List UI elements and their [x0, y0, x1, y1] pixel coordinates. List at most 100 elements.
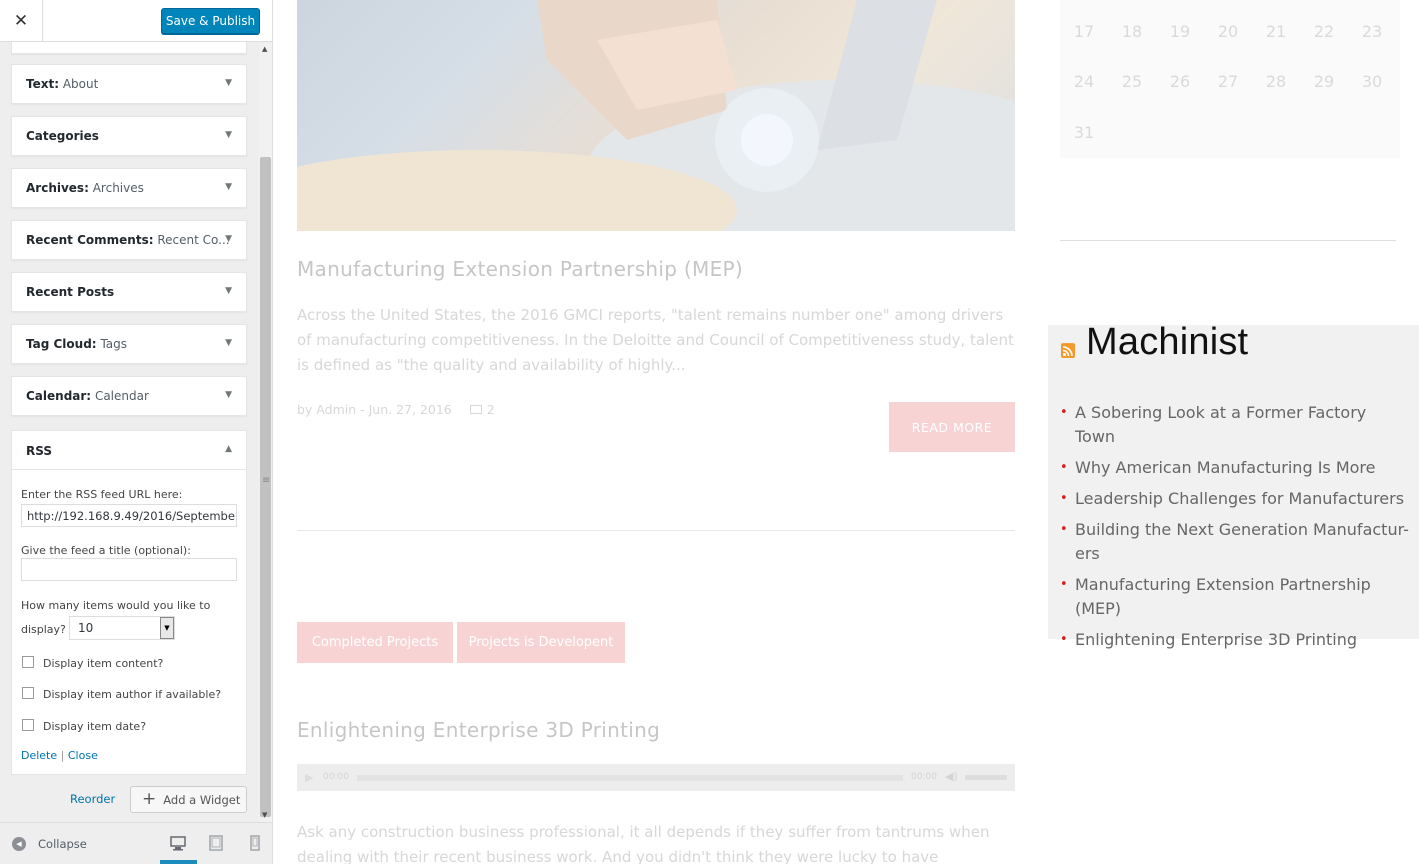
calendar-day: 20: [1217, 22, 1239, 41]
widget-subtitle: Tags: [100, 337, 128, 351]
play-icon[interactable]: ▶: [305, 771, 313, 784]
collapse-icon: ◀: [12, 837, 26, 851]
customizer-header: ✕ Save & Publish: [0, 0, 272, 42]
audio-progress-bar[interactable]: [357, 775, 903, 781]
widget-recent-comments[interactable]: Recent Comments: Recent Co... ▼: [11, 220, 247, 260]
items-count-label-2: display?: [21, 623, 66, 636]
rss-item-link[interactable]: Leadership Challenges for Manufacturers: [1060, 487, 1410, 511]
widget-previous-stub: [11, 42, 247, 54]
volume-icon[interactable]: ◀): [945, 770, 958, 783]
widget-title: Tag Cloud:: [26, 337, 97, 351]
post-divider: [297, 530, 1015, 531]
feed-title-input[interactable]: [21, 558, 237, 581]
scroll-down-icon[interactable]: ▼: [262, 811, 267, 819]
widget-recent-posts[interactable]: Recent Posts ▼: [11, 272, 247, 312]
expand-arrow-icon[interactable]: ▼: [225, 130, 232, 140]
calendar-day: 25: [1121, 72, 1143, 91]
add-widget-button[interactable]: + Add a Widget: [130, 786, 247, 813]
active-device-indicator: [160, 860, 197, 864]
checkbox-label: Display item content?: [43, 657, 164, 670]
customizer-footer: ◀ Collapse: [0, 822, 272, 864]
widget-subtitle: Archives: [92, 181, 144, 195]
display-date-option[interactable]: Display item date?: [22, 719, 242, 735]
widget-archives[interactable]: Archives: Archives ▼: [11, 168, 247, 208]
volume-slider[interactable]: [965, 775, 1007, 780]
calendar-day: 21: [1265, 22, 1287, 41]
expand-arrow-icon[interactable]: ▼: [225, 286, 232, 296]
resize-grip-icon[interactable]: ≡: [262, 475, 270, 486]
expand-arrow-icon[interactable]: ▼: [225, 390, 232, 400]
widget-title: Recent Posts: [26, 285, 115, 299]
delete-widget-link[interactable]: Delete: [21, 749, 57, 762]
save-publish-button[interactable]: Save & Publish: [161, 8, 260, 34]
widget-text-about[interactable]: Text: About ▼: [11, 64, 247, 104]
comment-count[interactable]: 2: [487, 402, 495, 417]
audio-duration: 00:00: [911, 772, 937, 782]
desktop-icon[interactable]: [170, 835, 186, 851]
expand-arrow-icon[interactable]: ▼: [225, 234, 232, 244]
calendar-day: 31: [1073, 123, 1095, 142]
expand-arrow-icon[interactable]: ▼: [225, 338, 232, 348]
display-content-checkbox[interactable]: [22, 656, 34, 668]
rss-item-link[interactable]: Enlightening Enterprise 3D Printing: [1060, 628, 1410, 652]
widget-title: RSS: [26, 444, 52, 458]
calendar-day: 18: [1121, 22, 1143, 41]
customizer-sidebar: ✕ Save & Publish Text: About ▼ Categorie…: [0, 0, 273, 864]
calendar-day: 26: [1169, 72, 1191, 91]
display-author-option[interactable]: Display item author if available?: [22, 687, 242, 703]
post-excerpt: Across the United States, the 2016 GMCI …: [297, 306, 1014, 374]
close-customizer-button[interactable]: ✕: [0, 0, 43, 42]
site-preview: Manufacturing Extension Partnership (MEP…: [274, 0, 1419, 864]
widget-title: Recent Comments:: [26, 233, 154, 247]
link-separator: |: [60, 749, 65, 762]
scroll-thumb[interactable]: [260, 157, 271, 817]
collapse-button[interactable]: ◀ Collapse: [12, 837, 87, 851]
audio-player: ▶ 00:00 00:00 ◀): [297, 764, 1015, 791]
rss-item-link[interactable]: Building the Next Generation Manufactur-…: [1060, 518, 1410, 566]
widget-calendar[interactable]: Calendar: Calendar ▼: [11, 376, 247, 416]
rss-url-input[interactable]: http://192.168.9.49/2016/Septembe: [21, 504, 237, 527]
post-title[interactable]: Manufacturing Extension Partnership (MEP…: [297, 257, 743, 281]
close-widget-link[interactable]: Close: [68, 749, 98, 762]
widget-title: Text:: [26, 77, 60, 91]
close-icon: ✕: [13, 11, 29, 31]
post-featured-image[interactable]: [297, 0, 1015, 231]
mobile-icon[interactable]: [247, 835, 263, 851]
post-excerpt: Ask any construction business profession…: [297, 823, 990, 864]
widget-rss-header[interactable]: RSS ▲: [12, 431, 246, 470]
expand-arrow-icon[interactable]: ▼: [225, 182, 232, 192]
display-date-checkbox[interactable]: [22, 719, 34, 731]
sidebar-scrollbar[interactable]: ▲ ▼: [259, 42, 272, 822]
tag-completed-projects[interactable]: Completed Projects: [297, 622, 453, 663]
rss-item-link[interactable]: Why American Manufacturing Is More: [1060, 456, 1410, 480]
tag-projects-developent[interactable]: Projects is Developent: [457, 622, 625, 663]
checkbox-label: Display item author if available?: [43, 688, 222, 701]
add-widget-label: Add a Widget: [163, 792, 241, 807]
dropdown-arrow-icon[interactable]: ▼: [160, 617, 174, 639]
expand-arrow-icon[interactable]: ▼: [225, 78, 232, 88]
rss-item-link[interactable]: A Sobering Look at a Former Factory Town: [1060, 401, 1410, 449]
widget-tag-cloud[interactable]: Tag Cloud: Tags ▼: [11, 324, 247, 364]
rss-url-label: Enter the RSS feed URL here:: [21, 488, 183, 501]
widget-title: Categories: [26, 129, 99, 143]
widget-actions: Delete | Close: [21, 749, 98, 762]
sidebar-divider: [1060, 240, 1396, 241]
calendar-day: 30: [1361, 72, 1383, 91]
rss-widget-title[interactable]: Machinist: [1086, 321, 1248, 364]
rss-item-link[interactable]: Manufacturing Extension Partnership (MEP…: [1060, 573, 1410, 621]
display-author-checkbox[interactable]: [22, 687, 34, 699]
widget-categories[interactable]: Categories ▼: [11, 116, 247, 156]
calendar-day: 23: [1361, 22, 1383, 41]
tablet-icon[interactable]: [208, 835, 224, 851]
calendar-day: 19: [1169, 22, 1191, 41]
reorder-link[interactable]: Reorder: [70, 792, 115, 806]
collapse-arrow-icon[interactable]: ▲: [225, 444, 232, 454]
scroll-up-icon[interactable]: ▲: [262, 45, 267, 53]
post-title[interactable]: Enlightening Enterprise 3D Printing: [297, 718, 660, 742]
display-content-option[interactable]: Display item content?: [22, 656, 242, 672]
calendar-day: 17: [1073, 22, 1095, 41]
rss-feed-icon[interactable]: [1061, 343, 1075, 358]
read-more-button[interactable]: READ MORE: [889, 402, 1015, 452]
audio-current-time: 00:00: [323, 772, 349, 782]
calendar-day: 28: [1265, 72, 1287, 91]
